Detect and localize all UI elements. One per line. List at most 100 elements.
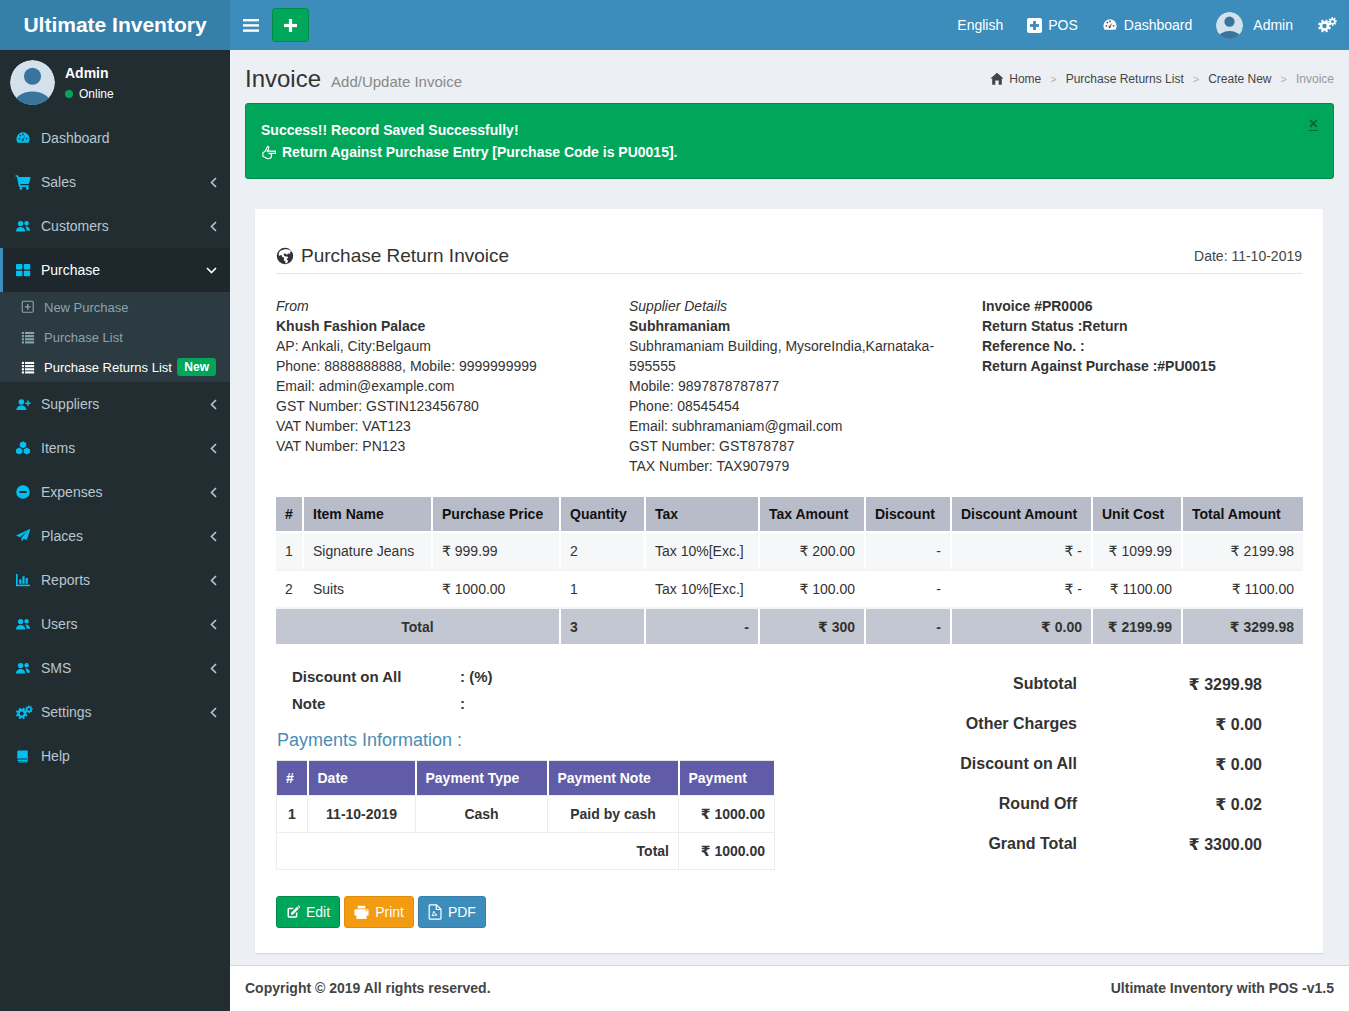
paper-plane-icon	[15, 528, 33, 544]
discount-on-all-label: Discount on All	[292, 668, 460, 685]
items-table-row: 2 Suits ₹ 1000.00 1 Tax 10%[Exc.] ₹ 100.…	[276, 570, 1303, 608]
nav-pos[interactable]: POS	[1015, 0, 1090, 50]
pdf-button[interactable]: PDF	[418, 896, 486, 928]
page-subtitle: Add/Update Invoice	[331, 73, 462, 90]
items-table-total-row: Total 3 - ₹ 300 - ₹ 0.00 ₹ 2199.99 ₹ 329…	[276, 608, 1303, 644]
breadcrumb-purchase-returns-list[interactable]: Purchase Returns List	[1066, 72, 1184, 86]
sidebar-item-dashboard[interactable]: Dashboard	[0, 116, 230, 160]
list-icon	[21, 330, 36, 344]
items-table-header-row: # Item Name Purchase Price Quantity Tax …	[276, 497, 1303, 532]
book-icon	[15, 749, 33, 764]
sidebar-item-suppliers[interactable]: Suppliers	[0, 382, 230, 426]
discount-on-all-value: : (%)	[460, 668, 493, 685]
payments-table: # Date Payment Type Payment Note Payment…	[276, 760, 776, 870]
quick-add-button[interactable]	[272, 8, 309, 42]
chevron-left-icon	[210, 575, 217, 586]
note-value: :	[460, 695, 465, 712]
dashboard-icon	[1102, 17, 1118, 33]
hand-pointing-right-icon	[261, 145, 276, 160]
sidebar-item-sms[interactable]: SMS	[0, 646, 230, 690]
chevron-left-icon	[210, 487, 217, 498]
items-table: # Item Name Purchase Price Quantity Tax …	[276, 497, 1303, 644]
page-title: Invoice	[245, 65, 321, 93]
supplier-heading: Supplier Details	[629, 296, 962, 316]
chevron-left-icon	[210, 663, 217, 674]
sidebar-user-status[interactable]: Online	[65, 87, 114, 101]
subtotal-row: Subtotal ₹ 3299.98	[882, 664, 1262, 704]
sidebar-item-settings[interactable]: Settings	[0, 690, 230, 734]
payments-table-total-row: Total ₹ 1000.00	[277, 833, 775, 870]
sidebar-item-new-purchase[interactable]: New Purchase	[0, 292, 230, 322]
sidebar-item-help[interactable]: Help	[0, 734, 230, 778]
users-icon	[15, 660, 33, 676]
totals-block: Subtotal ₹ 3299.98 Other Charges ₹ 0.00 …	[882, 664, 1302, 928]
breadcrumb-active: Invoice	[1296, 72, 1334, 86]
nav-dashboard[interactable]: Dashboard	[1090, 0, 1205, 50]
edit-button[interactable]: Edit	[276, 896, 340, 928]
plus-square-outline-icon	[21, 300, 36, 314]
print-button[interactable]: Print	[344, 896, 414, 928]
supplier-block: Supplier Details Subhramaniam Subhramani…	[629, 296, 982, 476]
sidebar-item-expenses[interactable]: Expenses	[0, 470, 230, 514]
chevron-left-icon	[210, 619, 217, 630]
sidebar-toggle-button[interactable]	[230, 0, 272, 50]
cubes-icon	[15, 440, 33, 456]
gears-icon	[1317, 17, 1337, 33]
breadcrumb-create-new[interactable]: Create New	[1208, 72, 1271, 86]
from-block: From Khush Fashion Palace AP: Ankali, Ci…	[276, 296, 629, 476]
chevron-left-icon	[210, 221, 217, 232]
payments-heading: Payments Information :	[277, 730, 882, 751]
sidebar-item-purchase-list[interactable]: Purchase List	[0, 322, 230, 352]
nav-language[interactable]: English	[945, 0, 1015, 50]
nav-user-menu[interactable]: Admin	[1204, 0, 1305, 50]
sidebar-user-avatar	[10, 60, 55, 105]
sidebar-item-purchase-returns-list[interactable]: Purchase Returns List New	[0, 352, 230, 382]
sidebar-item-sales[interactable]: Sales	[0, 160, 230, 204]
note-label: Note	[292, 695, 460, 712]
minus-circle-icon	[15, 484, 33, 500]
footer: Ultimate Inventory with POS -v1.5 Copyri…	[230, 965, 1349, 1011]
sidebar-user-panel: Admin Online	[0, 50, 230, 116]
sidebar-item-reports[interactable]: Reports	[0, 558, 230, 602]
plus-square-icon	[1027, 18, 1042, 33]
globe-icon	[276, 247, 294, 265]
round-off-row: Round Off ₹ 0.02	[882, 784, 1262, 824]
items-table-row: 1 Signature Jeans ₹ 999.99 2 Tax 10%[Exc…	[276, 532, 1303, 570]
alert-message: Return Against Purchase Entry [Purchase …	[282, 141, 678, 163]
dashboard-icon	[15, 130, 33, 146]
online-dot-icon	[65, 90, 73, 98]
invoice-number: Invoice #PR0006	[982, 296, 1302, 316]
home-icon	[990, 72, 1004, 86]
printer-icon	[354, 905, 369, 919]
new-badge: New	[177, 358, 216, 376]
note-row: Note :	[292, 695, 882, 712]
nav-user-label: Admin	[1253, 17, 1293, 33]
gears-icon	[15, 705, 33, 720]
top-navbar: Ultimate Inventory English POS Da	[0, 0, 1349, 50]
sidebar-item-items[interactable]: Items	[0, 426, 230, 470]
sidebar-item-users[interactable]: Users	[0, 602, 230, 646]
invoice-meta-block: Invoice #PR0006 Return Status :Return Re…	[982, 296, 1302, 476]
file-pdf-icon	[428, 904, 442, 920]
discount-on-all-total-row: Discount on All ₹ 0.00	[882, 744, 1262, 784]
sidebar-item-places[interactable]: Places	[0, 514, 230, 558]
breadcrumb-home[interactable]: Home	[1009, 72, 1041, 86]
invoice-title: Purchase Return Invoice	[301, 245, 509, 267]
success-alert: Success!! Record Saved Successfully! Ret…	[245, 103, 1334, 179]
from-name: Khush Fashion Palace	[276, 316, 609, 336]
nav-settings[interactable]	[1305, 0, 1349, 50]
users-icon	[15, 616, 33, 632]
invoice-card: Purchase Return Invoice Date: 11-10-2019…	[255, 209, 1323, 953]
brand-logo[interactable]: Ultimate Inventory	[0, 0, 230, 50]
sidebar-item-customers[interactable]: Customers	[0, 204, 230, 248]
nav-dashboard-label: Dashboard	[1124, 17, 1193, 33]
list-icon	[21, 360, 36, 374]
return-against-purchase: Return Against Purchase :#PU0015	[982, 356, 1302, 376]
alert-close-button[interactable]: ×	[1309, 116, 1318, 132]
sidebar-item-purchase[interactable]: Purchase	[0, 248, 230, 292]
from-heading: From	[276, 296, 609, 316]
content-header: Invoice Add/Update Invoice Home > Purcha…	[230, 50, 1349, 93]
nav-language-label: English	[957, 17, 1003, 33]
chevron-down-icon	[206, 267, 217, 274]
chevron-left-icon	[210, 399, 217, 410]
